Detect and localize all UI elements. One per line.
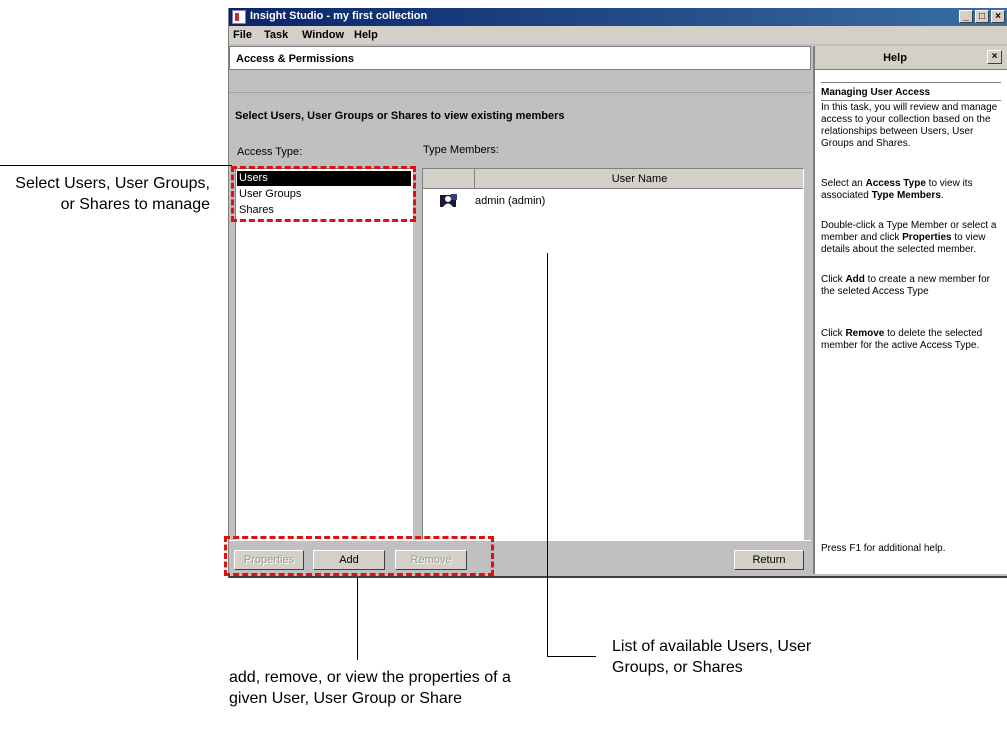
panel-subheader-bar: [229, 71, 811, 93]
help-title-bar: Help ×: [815, 46, 1007, 70]
app-icon: [232, 10, 246, 24]
help-title: Help: [883, 52, 907, 64]
user-name-column-header[interactable]: User Name: [476, 169, 803, 189]
help-paragraph-add: Click Add to create a new member for the…: [821, 274, 990, 297]
menu-window[interactable]: Window: [302, 29, 344, 41]
panel-title: Access & Permissions: [236, 53, 355, 65]
type-members-table[interactable]: User Name admin (admin): [422, 168, 804, 540]
menu-help[interactable]: Help: [354, 29, 378, 41]
window-title: Insight Studio - my first collection: [250, 10, 428, 22]
help-footer: Press F1 for additional help.: [821, 543, 946, 554]
minimize-button[interactable]: _: [959, 10, 973, 23]
help-heading: Managing User Access: [821, 82, 1001, 101]
bottom-right-callout-line-horizontal: [547, 656, 596, 657]
menu-file[interactable]: File: [233, 29, 252, 41]
help-paragraph-intro: In this task, you will review and manage…: [821, 102, 998, 149]
member-name: admin (admin): [475, 195, 546, 207]
menu-task[interactable]: Task: [264, 29, 288, 41]
app-window: Insight Studio - my first collection _ □…: [228, 8, 1007, 578]
help-close-button[interactable]: ×: [987, 50, 1002, 64]
left-callout-line: [0, 165, 232, 166]
help-paragraph-properties: Double-click a Type Member or select a m…: [821, 220, 997, 255]
maximize-button[interactable]: □: [975, 10, 989, 23]
title-bar[interactable]: Insight Studio - my first collection _ □…: [229, 8, 1007, 26]
type-members-label: Type Members:: [423, 144, 499, 156]
user-icon: [440, 194, 457, 207]
menu-bar: File Task Window Help: [229, 26, 1007, 44]
access-type-highlight-box: [231, 166, 416, 222]
icon-column-header[interactable]: [423, 169, 475, 189]
panel-header: Access & Permissions: [229, 46, 811, 70]
help-paragraph-access-type: Select an Access Type to view its associ…: [821, 178, 973, 201]
bottom-left-annotation: add, remove, or view the properties of a…: [229, 669, 511, 707]
return-button[interactable]: Return: [734, 550, 804, 570]
bottom-left-callout-line: [357, 578, 358, 660]
close-button[interactable]: ×: [991, 10, 1005, 23]
left-annotation: Select Users, User Groups, or Shares to …: [15, 175, 210, 213]
instruction-text: Select Users, User Groups or Shares to v…: [235, 110, 565, 122]
table-row[interactable]: admin (admin): [423, 193, 803, 211]
toolbar-highlight-box: [224, 536, 494, 576]
bottom-right-callout-line-vertical: [547, 253, 548, 657]
access-type-label: Access Type:: [237, 146, 303, 158]
bottom-right-annotation: List of available Users, User Groups, or…: [612, 638, 812, 676]
access-type-list[interactable]: Users User Groups Shares: [235, 168, 413, 540]
table-header: User Name: [423, 169, 803, 189]
help-panel: Help × Managing User Access In this task…: [813, 46, 1007, 574]
help-paragraph-remove: Click Remove to delete the selected memb…: [821, 328, 983, 351]
